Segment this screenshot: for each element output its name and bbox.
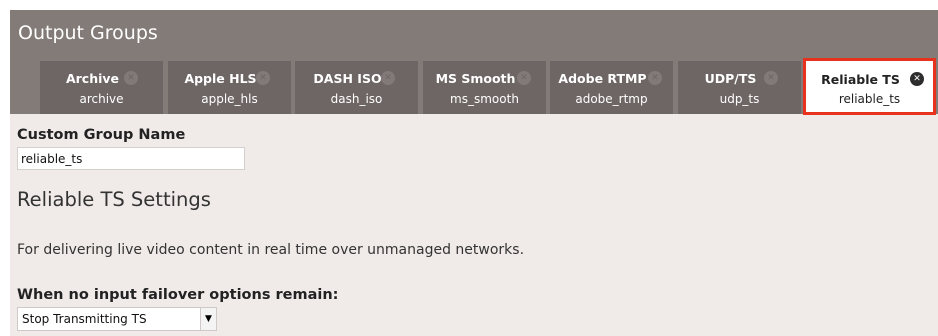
close-icon[interactable]: ✕ xyxy=(910,72,924,86)
tab-id: adobe_rtmp xyxy=(575,92,648,106)
tab-ms-smooth[interactable]: MS Smooth ✕ ms_smooth xyxy=(423,61,546,114)
tab-label: Apple HLS xyxy=(184,71,257,86)
close-icon[interactable]: ✕ xyxy=(256,71,270,85)
custom-group-name-label: Custom Group Name xyxy=(17,127,186,143)
failover-label: When no input failover options remain: xyxy=(17,287,339,303)
failover-select-value: Stop Transmitting TS xyxy=(22,312,147,326)
tab-archive[interactable]: Archive ✕ archive xyxy=(40,61,163,114)
tab-adobe-rtmp[interactable]: Adobe RTMP ✕ adobe_rtmp xyxy=(550,61,673,114)
close-icon[interactable]: ✕ xyxy=(764,71,778,85)
tab-id: ms_smooth xyxy=(450,92,519,106)
tab-id: apple_hls xyxy=(201,92,258,106)
tab-reliable-ts[interactable]: Reliable TS ✕ reliable_ts xyxy=(803,58,936,115)
close-icon[interactable]: ✕ xyxy=(381,71,395,85)
tab-label: UDP/TS xyxy=(704,71,757,86)
tab-dash-iso[interactable]: DASH ISO ✕ dash_iso xyxy=(295,61,418,114)
output-groups-panel: Output Groups Archive ✕ archive Apple HL… xyxy=(10,10,938,336)
close-icon[interactable]: ✕ xyxy=(517,71,531,85)
settings-description: For delivering live video content in rea… xyxy=(17,242,525,258)
tab-label: Archive xyxy=(65,71,120,86)
chevron-down-icon[interactable]: ▼ xyxy=(200,308,216,330)
failover-select[interactable]: Stop Transmitting TS ▼ xyxy=(17,307,217,331)
tab-label: Adobe RTMP xyxy=(558,71,647,86)
tab-label: DASH ISO xyxy=(313,71,382,86)
tab-id: reliable_ts xyxy=(838,92,901,106)
custom-group-name-input[interactable] xyxy=(17,147,245,170)
tab-id: dash_iso xyxy=(330,92,383,106)
settings-title: Reliable TS Settings xyxy=(17,188,211,211)
tab-id: archive xyxy=(79,92,124,106)
close-icon[interactable]: ✕ xyxy=(124,71,138,85)
tab-apple-hls[interactable]: Apple HLS ✕ apple_hls xyxy=(168,61,291,114)
output-groups-header: Output Groups Archive ✕ archive Apple HL… xyxy=(10,10,938,115)
tab-udp-ts[interactable]: UDP/TS ✕ udp_ts xyxy=(678,61,801,114)
tab-label: MS Smooth xyxy=(435,71,516,86)
tab-label: Reliable TS xyxy=(821,72,900,87)
tab-id: udp_ts xyxy=(719,92,760,106)
close-icon[interactable]: ✕ xyxy=(648,71,662,85)
page-title: Output Groups xyxy=(18,22,158,44)
